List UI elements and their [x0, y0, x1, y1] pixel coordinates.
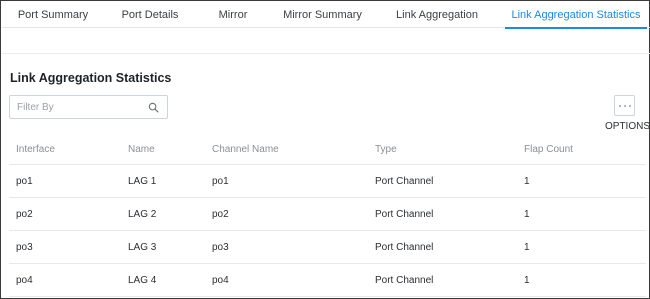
cell-type: Port Channel — [375, 175, 434, 187]
tab-link-aggregation-statistics[interactable]: Link Aggregation Statistics — [505, 1, 647, 29]
cell-channel-name: po2 — [212, 208, 229, 220]
column-header-channel-name[interactable]: Channel Name — [212, 134, 279, 164]
filter-input[interactable] — [10, 96, 145, 118]
section-divider — [2, 53, 650, 54]
cell-interface: po2 — [16, 208, 33, 220]
cell-flap-count: 1 — [524, 175, 530, 187]
cell-flap-count: 1 — [524, 274, 530, 286]
tab-port-summary[interactable]: Port Summary — [6, 1, 100, 28]
column-header-flap-count[interactable]: Flap Count — [524, 134, 573, 164]
filter-box — [9, 95, 168, 119]
options-button[interactable] — [614, 95, 635, 116]
table-row[interactable]: po3 LAG 3 po3 Port Channel 1 — [9, 231, 646, 264]
tab-bar: Port Summary Port Details Mirror Mirror … — [2, 1, 650, 29]
cell-name: LAG 4 — [128, 274, 157, 286]
ellipsis-icon — [618, 104, 621, 107]
page-title: Link Aggregation Statistics — [10, 71, 172, 85]
search-icon[interactable] — [148, 102, 159, 113]
ellipsis-dot — [623, 104, 626, 107]
cell-channel-name: po4 — [212, 274, 229, 286]
cell-flap-count: 1 — [524, 208, 530, 220]
cell-name: LAG 3 — [128, 241, 157, 253]
window-frame: Port Summary Port Details Mirror Mirror … — [0, 0, 650, 299]
column-header-type[interactable]: Type — [375, 134, 397, 164]
cell-interface: po4 — [16, 274, 33, 286]
cell-type: Port Channel — [375, 208, 434, 220]
options-label[interactable]: OPTIONS — [605, 121, 650, 132]
table-row[interactable]: po2 LAG 2 po2 Port Channel 1 — [9, 198, 646, 231]
cell-type: Port Channel — [375, 274, 434, 286]
cell-interface: po1 — [16, 175, 33, 187]
tab-port-details[interactable]: Port Details — [108, 1, 192, 28]
table-row[interactable]: po4 LAG 4 po4 Port Channel 1 — [9, 264, 646, 297]
cell-channel-name: po1 — [212, 175, 229, 187]
cell-interface: po3 — [16, 241, 33, 253]
tab-mirror-summary[interactable]: Mirror Summary — [275, 1, 370, 28]
column-header-interface[interactable]: Interface — [16, 134, 55, 164]
ellipsis-dot — [628, 104, 631, 107]
table-header-row: Interface Name Channel Name Type Flap Co… — [9, 134, 646, 165]
tab-link-aggregation[interactable]: Link Aggregation — [383, 1, 491, 28]
cell-flap-count: 1 — [524, 241, 530, 253]
cell-type: Port Channel — [375, 241, 434, 253]
cell-name: LAG 2 — [128, 208, 157, 220]
table-row[interactable]: po1 LAG 1 po1 Port Channel 1 — [9, 165, 646, 198]
cell-channel-name: po3 — [212, 241, 229, 253]
column-header-name[interactable]: Name — [128, 134, 155, 164]
statistics-table: Interface Name Channel Name Type Flap Co… — [9, 134, 646, 297]
tab-mirror[interactable]: Mirror — [206, 1, 260, 28]
cell-name: LAG 1 — [128, 175, 157, 187]
